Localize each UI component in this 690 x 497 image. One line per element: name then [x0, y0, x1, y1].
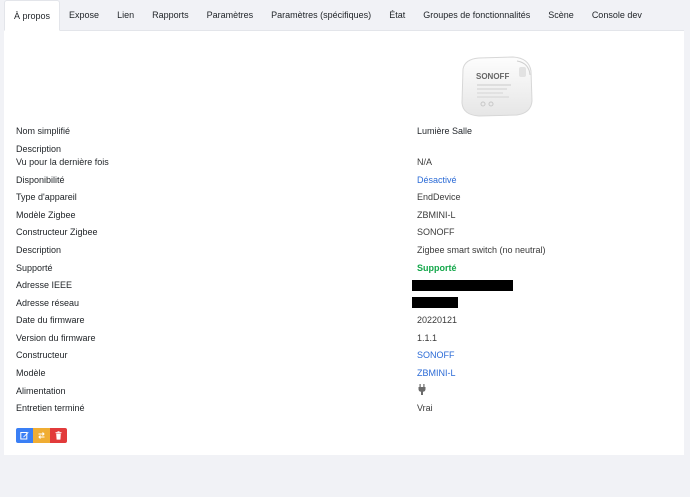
- tab-state[interactable]: État: [380, 0, 414, 30]
- rename-button[interactable]: [33, 428, 50, 443]
- value-model-link[interactable]: ZBMINI-L: [417, 368, 456, 379]
- value-last-seen: N/A: [417, 157, 433, 167]
- trash-icon: [55, 431, 62, 440]
- about-panel: SONOFF Nom simplifié Lumière Salle Descr…: [4, 31, 684, 455]
- label-friendly-name: Nom simplifié: [16, 126, 71, 136]
- value-firmware-date: 20220121: [417, 315, 458, 325]
- label-ieee-address: Adresse IEEE: [16, 280, 73, 290]
- edit-icon: [20, 432, 29, 440]
- label-model-description: Description: [16, 245, 62, 255]
- tab-link[interactable]: Lien: [108, 0, 143, 30]
- label-model: Modèle: [16, 368, 46, 378]
- label-manufacturer: Constructeur: [16, 350, 68, 360]
- label-firmware-date: Date du firmware: [16, 315, 85, 325]
- tab-scene[interactable]: Scène: [539, 0, 583, 30]
- value-maintenance-done: Vrai: [417, 403, 433, 413]
- tab-about[interactable]: À propos: [4, 0, 61, 31]
- label-zigbee-manufacturer: Constructeur Zigbee: [16, 227, 98, 237]
- tab-dev-console[interactable]: Console dev: [583, 0, 651, 30]
- power-plug-icon: [418, 384, 426, 395]
- ieee-address-redacted: [412, 280, 513, 291]
- rename-icon: [38, 432, 45, 439]
- value-device-type: EndDevice: [417, 192, 461, 202]
- label-availability: Disponibilité: [16, 175, 65, 185]
- label-power-source: Alimentation: [16, 386, 66, 396]
- delete-button[interactable]: [50, 428, 67, 443]
- label-supported: Supporté: [16, 263, 53, 273]
- value-zigbee-manufacturer: SONOFF: [417, 227, 455, 237]
- value-model-description: Zigbee smart switch (no neutral): [417, 245, 546, 255]
- device-brand-text: SONOFF: [476, 72, 509, 81]
- value-availability-link[interactable]: Désactivé: [417, 175, 457, 186]
- value-zigbee-model: ZBMINI-L: [417, 210, 456, 220]
- value-manufacturer-link[interactable]: SONOFF: [417, 350, 455, 361]
- value-firmware-version: 1.1.1: [417, 333, 438, 343]
- label-last-seen: Vu pour la dernière fois: [16, 157, 109, 167]
- edit-button[interactable]: [16, 428, 33, 443]
- action-buttons: [16, 428, 67, 443]
- tab-bar: À propos Expose Lien Rapports Paramètres…: [4, 0, 684, 31]
- tab-feature-groups[interactable]: Groupes de fonctionnalités: [414, 0, 539, 30]
- tab-reports[interactable]: Rapports: [143, 0, 198, 30]
- label-network-address: Adresse réseau: [16, 298, 80, 308]
- tab-expose[interactable]: Expose: [60, 0, 108, 30]
- label-description: Description: [16, 144, 62, 154]
- value-supported: Supporté: [417, 263, 457, 273]
- tab-settings[interactable]: Paramètres: [198, 0, 263, 30]
- tab-specific-settings[interactable]: Paramètres (spécifiques): [262, 0, 380, 30]
- label-zigbee-model: Modèle Zigbee: [16, 210, 76, 220]
- label-firmware-version: Version du firmware: [16, 333, 96, 343]
- value-friendly-name: Lumière Salle: [417, 126, 473, 136]
- label-maintenance-done: Entretien terminé: [16, 403, 85, 413]
- label-device-type: Type d'appareil: [16, 192, 77, 202]
- network-address-redacted: [412, 297, 458, 308]
- sonoff-zbmini-device-image: SONOFF: [461, 56, 533, 117]
